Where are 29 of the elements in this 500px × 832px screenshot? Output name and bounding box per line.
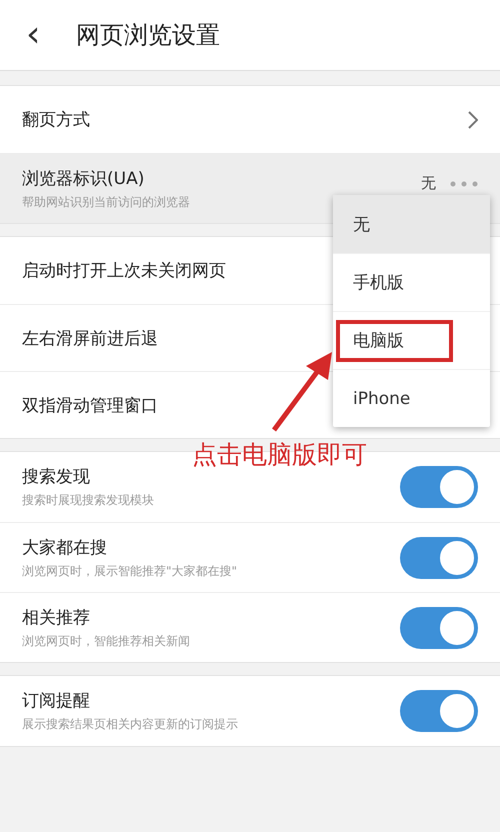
setting-label: 双指滑动管理窗口 [22,394,158,416]
setting-label: 订阅提醒 [22,690,90,712]
arrow-icon [270,350,334,434]
menu-option[interactable]: 电脑版 [353,329,404,352]
setting-description: 展示搜索结果页相关内容更新的订阅提示 [22,716,238,733]
toggle-switch[interactable] [400,466,478,508]
toggle-switch[interactable] [400,690,478,732]
menu-option[interactable]: 无 [353,212,370,236]
setting-description: 浏览网页时，智能推荐相关新闻 [22,632,190,650]
setting-description: 搜索时展现搜索发现模块 [22,492,154,509]
menu-option[interactable]: iPhone [353,388,410,408]
setting-description: 帮助网站识别当前访问的浏览器 [22,194,190,210]
setting-label: 左右滑屏前进后退 [22,328,158,350]
toggle-switch[interactable] [400,606,478,648]
setting-value: 无 [421,174,436,193]
page-title: 网页浏览设置 [76,20,220,51]
setting-label: 相关推荐 [22,606,90,628]
setting-label: 搜索发现 [22,466,90,488]
more-icon[interactable] [450,180,478,186]
setting-description: 浏览网页时，展示智能推荐"大家都在搜" [22,562,238,580]
setting-label: 翻页方式 [22,109,90,131]
back-button[interactable]: ‹ [26,17,66,53]
setting-label: 浏览器标识(UA) [22,168,144,190]
setting-label: 大家都在搜 [22,536,107,558]
setting-label: 启动时打开上次未关闭网页 [22,260,226,282]
callout-text: 点击电脑版即可 [192,439,367,471]
chevron-icon [468,110,478,128]
toggle-switch[interactable] [400,536,478,578]
menu-option[interactable]: 手机版 [353,271,404,294]
